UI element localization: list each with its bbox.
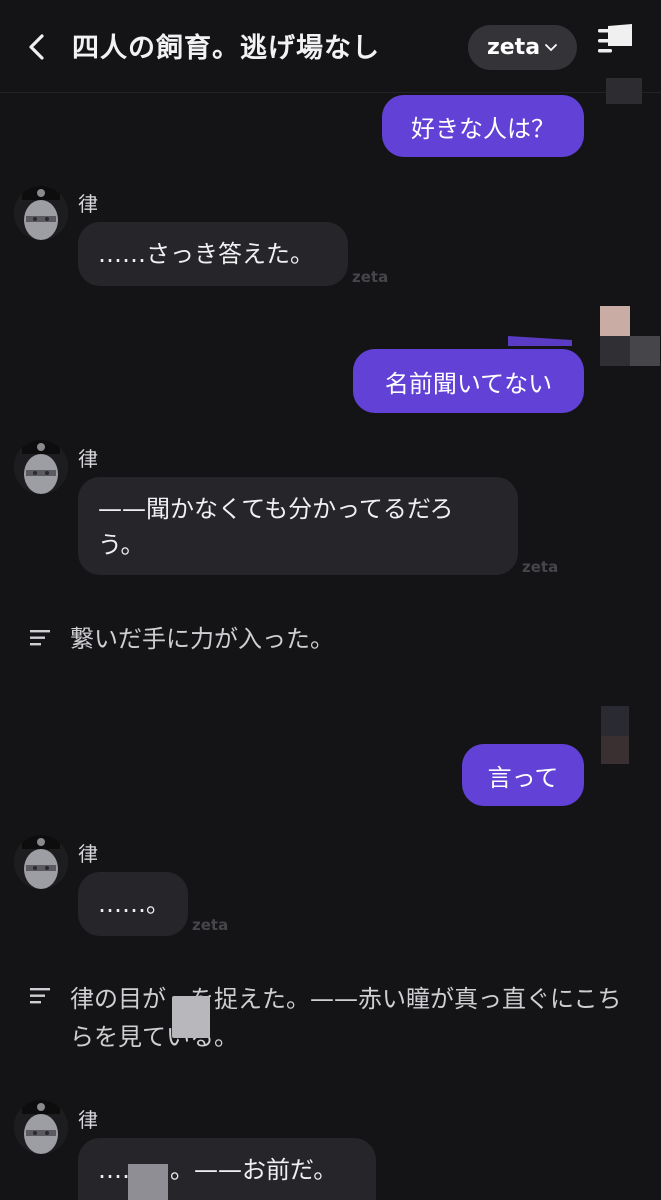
user-message-text: 言って (487, 763, 559, 792)
character-message-text: ……。 (98, 890, 170, 918)
avatar-image (14, 835, 68, 889)
avatar-image (14, 1100, 68, 1154)
purple-artifact (508, 336, 572, 346)
avatar-image (14, 440, 68, 494)
zeta-watermark: zeta (352, 268, 389, 286)
menu-icon[interactable] (594, 22, 634, 62)
user-message-text: 名前聞いてない (384, 369, 553, 398)
character-message: ……。 (78, 872, 188, 936)
character-avatar[interactable] (14, 440, 68, 494)
back-arrow-icon[interactable] (22, 30, 52, 64)
character-avatar[interactable] (14, 1100, 68, 1154)
character-avatar[interactable] (14, 835, 68, 889)
character-message-text: ——聞かなくても分かってるだろう。 (98, 495, 454, 559)
narration-text: 繋いだ手に力が入った。 (70, 625, 334, 653)
blur-mosaic (128, 1164, 168, 1200)
character-message: ……さっき答えた。 (78, 222, 348, 286)
character-name: 律 (78, 842, 98, 866)
blur-mosaic (600, 306, 630, 336)
zeta-label: zeta (486, 35, 541, 60)
user-message-text: 好きな人は？ (411, 114, 555, 143)
chat-header: 四人の飼育。逃げ場なし zeta (0, 0, 661, 93)
avatar-image (14, 186, 68, 240)
chevron-down-icon (545, 43, 557, 51)
narration-icon (30, 630, 50, 646)
zeta-watermark: zeta (192, 916, 229, 934)
user-message: 名前聞いてない (353, 349, 584, 413)
blur-mosaic (601, 736, 629, 764)
character-name: 律 (78, 1108, 98, 1132)
chat-title: 四人の飼育。逃げ場なし (72, 33, 380, 64)
user-message: 好きな人は？ (382, 95, 584, 157)
zeta-watermark: zeta (522, 558, 559, 576)
narration-icon (30, 988, 50, 1004)
user-message: 言って (462, 744, 584, 806)
character-name: 律 (78, 192, 98, 216)
blur-mosaic (630, 336, 660, 366)
narration-text: 律の目が を捉えた。——赤い瞳が真っ直ぐにこちらを見ている。 (70, 985, 622, 1051)
zeta-model-dropdown[interactable]: zeta (468, 25, 577, 70)
character-message: ——聞かなくても分かってるだろう。 (78, 477, 518, 575)
character-message: …… 。——お前だ。 (78, 1138, 376, 1200)
blur-mosaic (601, 706, 629, 736)
character-message-text: ……さっき答えた。 (98, 240, 314, 268)
blur-mosaic (172, 996, 210, 1038)
character-avatar[interactable] (14, 186, 68, 240)
character-name: 律 (78, 447, 98, 471)
blur-mosaic (606, 78, 642, 104)
blur-mosaic (600, 336, 630, 366)
